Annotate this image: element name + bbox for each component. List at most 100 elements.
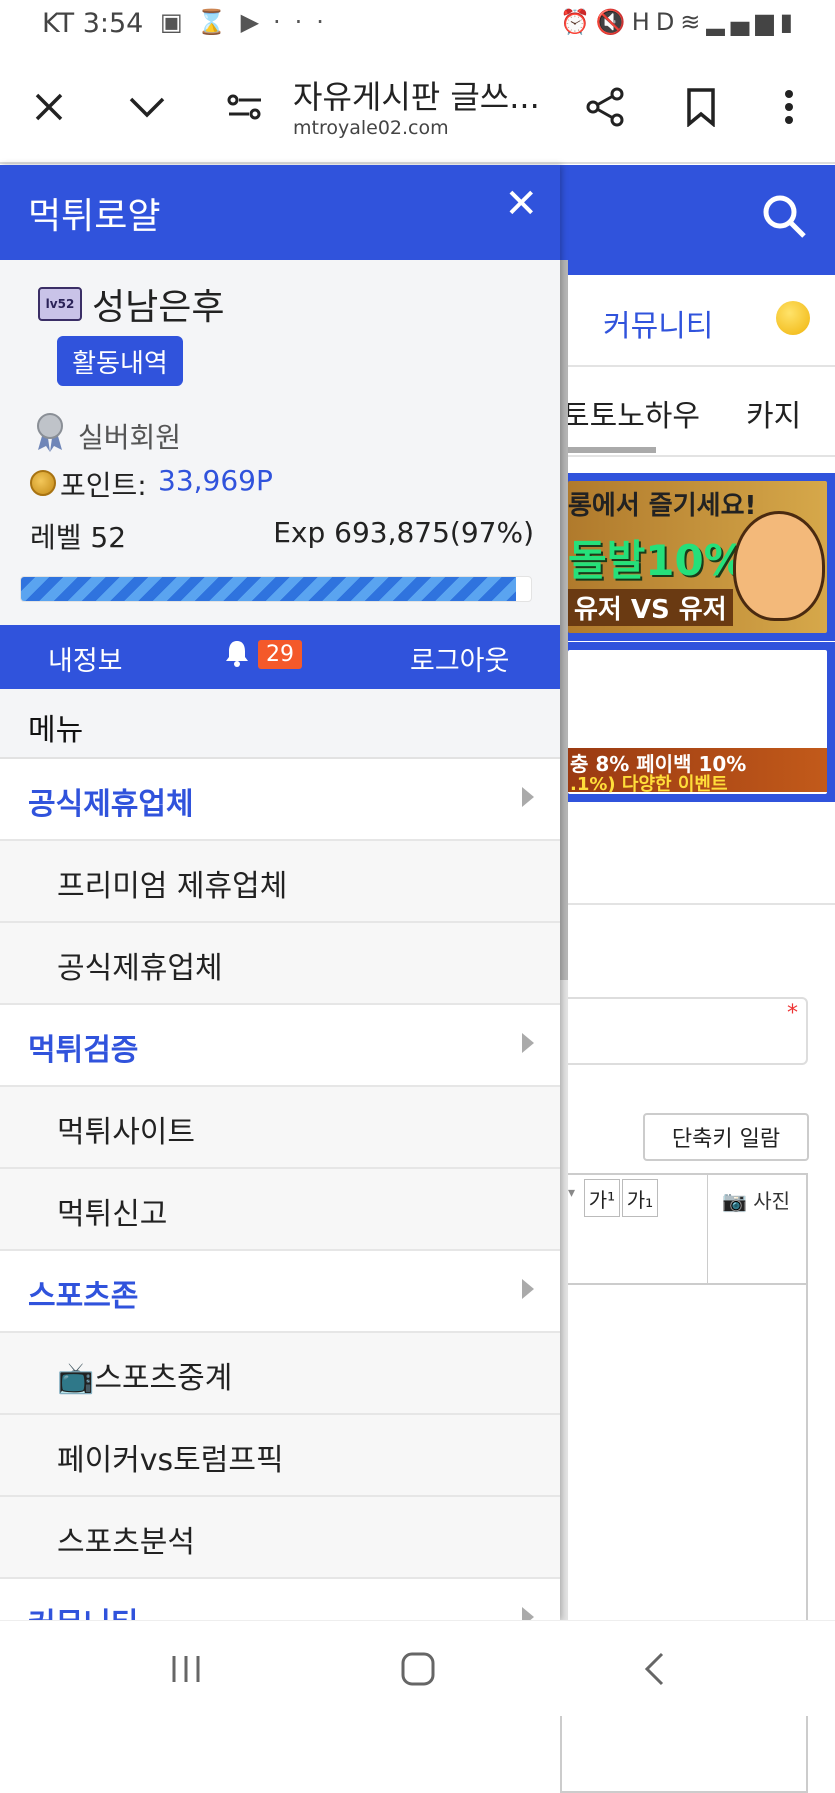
tab-community[interactable]: 커뮤니티 [603, 301, 713, 345]
expand-arrow-icon [522, 1607, 534, 1620]
home-icon[interactable] [388, 1641, 448, 1697]
level-text: 레벨 52 [30, 521, 127, 554]
member-grade: 실버회원 [78, 421, 182, 454]
menu-category[interactable]: 공식제휴업체 [0, 759, 560, 841]
editor-toolbar: ▾ 가¹ 가₁ 📷 사진 [562, 1175, 806, 1285]
page-url[interactable]: mtroyale02.com [293, 117, 449, 139]
expand-arrow-icon [522, 1279, 534, 1299]
mute-icon: 🔇 [595, 8, 632, 36]
drawer-title: 먹튀로얄 [28, 196, 161, 237]
recent-apps-icon[interactable] [156, 1641, 216, 1697]
play-store-icon: ▶ [240, 8, 274, 36]
drawer-scrollbar[interactable] [560, 260, 568, 1620]
camera-icon: 📷 [722, 1189, 747, 1213]
menu-category[interactable]: 커뮤니티 [0, 1579, 560, 1620]
bell-icon[interactable] [224, 639, 250, 674]
menu-item-label: 먹튀검증 [28, 1033, 139, 1068]
menu-item-label: 공식제휴업체 [28, 787, 194, 822]
banner-text: 롱에서 즐기세요! [568, 491, 757, 521]
menu-category[interactable]: 스포츠존 [0, 1251, 560, 1333]
banner-text: 돌발10% [568, 536, 746, 585]
menu-item-label: 📺스포츠중계 [57, 1361, 233, 1396]
user-action-bar: 내정보 29 로그아웃 [0, 625, 560, 689]
logout-link[interactable]: 로그아웃 [410, 639, 509, 678]
site-settings-icon[interactable] [220, 82, 270, 132]
menu-item[interactable]: 📺스포츠중계 [0, 1333, 560, 1415]
alarm-icon: ⏰ [559, 8, 596, 36]
menu-header: 메뉴 [0, 689, 560, 759]
status-bar: KT 3:54 ▣⌛▶··· ⏰🔇HD≋▂▄▆▮ [0, 0, 835, 54]
menu-item-label: 먹튀신고 [57, 1197, 168, 1232]
tab-toto-knowhow[interactable]: 토토노하우 [562, 391, 700, 435]
my-info-link[interactable]: 내정보 [48, 639, 123, 678]
mascot-image [733, 511, 825, 621]
android-nav-bar [0, 1620, 835, 1716]
menu-item[interactable]: 프리미엄 제휴업체 [0, 841, 560, 923]
signal-icon: ▂▄▆ [706, 8, 780, 36]
exp-progress-fill [21, 577, 516, 601]
exp-progress-bar [20, 576, 532, 602]
close-icon[interactable]: ✕ [504, 181, 538, 227]
menu-item[interactable]: 먹튀신고 [0, 1169, 560, 1251]
menu-item-label: 스포츠존 [28, 1279, 139, 1314]
user-profile: lv52 성남은후 활동내역 실버회원 포인트: 33,969P 레벨 52 E… [0, 260, 560, 625]
status-app-icons: ▣⌛▶··· [160, 8, 338, 36]
image-icon: ▣ [160, 8, 197, 36]
menu-item[interactable]: 페이커vs토럼프픽 [0, 1415, 560, 1497]
coin-icon [776, 301, 810, 335]
menu-item[interactable]: 공식제휴업체 [0, 923, 560, 1005]
chevron-down-icon[interactable] [122, 82, 172, 132]
battery-icon: ▮ [779, 8, 799, 36]
level-badge-icon: lv52 [38, 287, 82, 321]
superscript-button[interactable]: 가¹ [584, 1179, 620, 1217]
banner-text: .1%) 다양한 이벤트 [570, 774, 728, 794]
hd-icon: HD [631, 8, 681, 36]
subscript-button[interactable]: 가₁ [622, 1179, 658, 1217]
more-dots-icon: ··· [273, 8, 338, 36]
menu-item-label: 페이커vs토럼프픽 [57, 1443, 284, 1478]
silver-medal-icon [34, 412, 66, 452]
menu-item-label: 프리미엄 제휴업체 [57, 869, 288, 904]
wifi-icon: ≋ [680, 8, 707, 36]
menu-item[interactable]: 먹튀사이트 [0, 1087, 560, 1169]
expand-arrow-icon [522, 787, 534, 807]
page-title[interactable]: 자유게시판 글쓰... [293, 72, 540, 118]
tab-casino[interactable]: 카지 [746, 391, 801, 435]
menu-item-label: 스포츠분석 [57, 1525, 195, 1560]
more-options-icon[interactable] [764, 82, 814, 132]
title-input[interactable]: * [560, 997, 808, 1065]
browser-toolbar: 자유게시판 글쓰... mtroyale02.com [0, 54, 835, 164]
required-mark: * [787, 1001, 798, 1026]
promo-banner-1[interactable]: 롱에서 즐기세요! 돌발10% 유저 VS 유저 [560, 473, 835, 641]
back-icon[interactable] [624, 1641, 684, 1697]
scrollbar-thumb[interactable] [560, 260, 568, 980]
divider [560, 455, 835, 457]
banner-text: 유저 VS 유저 [568, 589, 733, 626]
photo-button[interactable]: 📷 사진 [722, 1185, 790, 1214]
hourglass-icon: ⌛ [196, 8, 241, 36]
side-drawer: 먹튀로얄 ✕ lv52 성남은후 활동내역 실버회원 포인트: 33,969P … [0, 165, 560, 1620]
activity-button[interactable]: 활동내역 [57, 336, 183, 386]
menu-item-label: 커뮤니티 [28, 1599, 138, 1620]
exp-text: Exp 693,875(97%) [273, 516, 534, 549]
points-value: 33,969P [158, 464, 273, 497]
menu-item-label: 공식제휴업체 [57, 951, 223, 986]
close-tab-icon[interactable] [24, 82, 74, 132]
menu-item[interactable]: 스포츠분석 [0, 1497, 560, 1579]
status-time: KT 3:54 [42, 8, 144, 39]
bookmark-icon[interactable] [676, 82, 726, 132]
status-system-icons: ⏰🔇HD≋▂▄▆▮ [560, 8, 799, 36]
coin-icon [30, 470, 56, 496]
drawer-header: 먹튀로얄 ✕ [0, 165, 560, 260]
share-icon[interactable] [580, 82, 630, 132]
promo-banner-2[interactable]: 충 8% 페이백 10% .1%) 다양한 이벤트 [560, 642, 835, 802]
chevron-down-icon[interactable]: ▾ [568, 1185, 575, 1201]
expand-arrow-icon [522, 1033, 534, 1053]
divider [560, 903, 835, 905]
shortcut-list-button[interactable]: 단축키 일람 [643, 1113, 809, 1161]
divider [707, 1175, 708, 1285]
points-label: 포인트: [60, 469, 147, 502]
notification-count-badge[interactable]: 29 [258, 640, 302, 669]
search-icon[interactable] [761, 193, 807, 239]
menu-category[interactable]: 먹튀검증 [0, 1005, 560, 1087]
